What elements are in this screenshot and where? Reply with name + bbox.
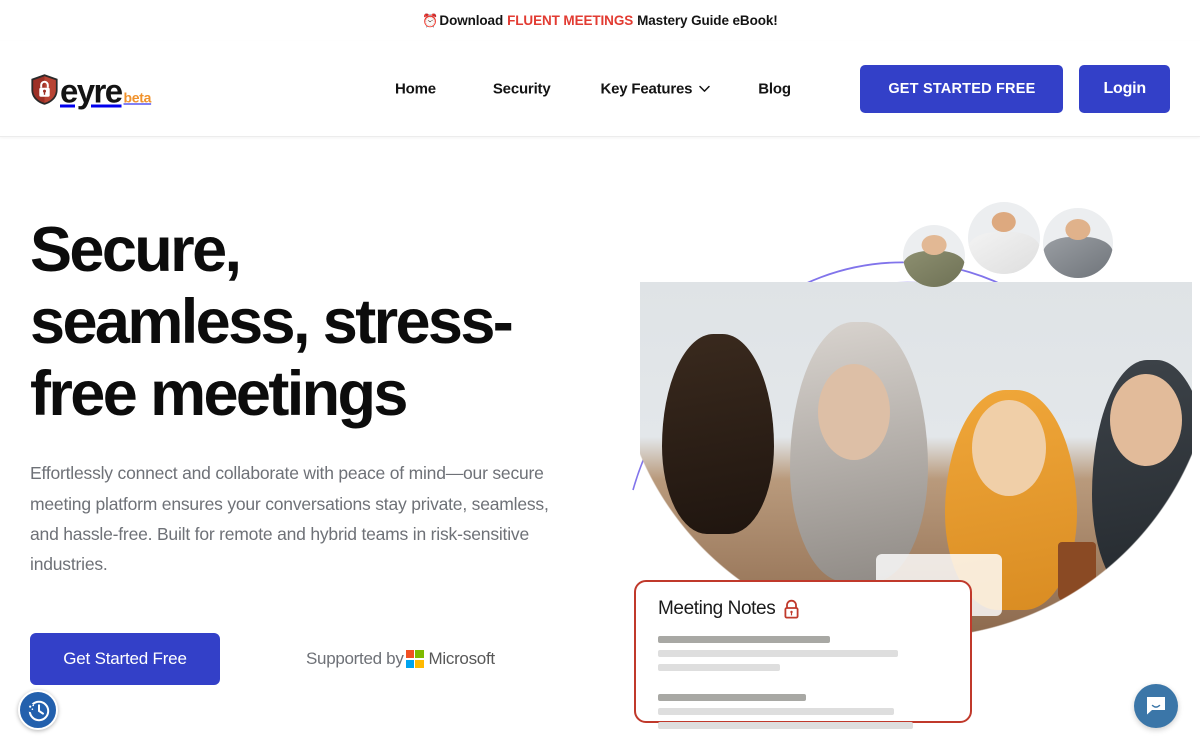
chat-widget-button[interactable]	[1134, 684, 1178, 728]
supported-by: Supported by Microsoft	[306, 649, 495, 669]
notes-line	[658, 708, 894, 715]
accessibility-clock-icon	[26, 700, 50, 722]
nav-label: Key Features	[600, 80, 693, 97]
avatar-woman[interactable]	[968, 202, 1040, 274]
chevron-down-icon	[699, 85, 711, 92]
microsoft-logo-icon	[405, 649, 424, 668]
alarm-clock-icon: ⏰	[422, 13, 439, 28]
nav-label: Security	[492, 80, 551, 97]
avatar-man-glasses[interactable]	[1043, 208, 1113, 278]
nav-item-key-features[interactable]: Key Features	[600, 80, 711, 97]
notes-line	[658, 722, 913, 729]
notes-line	[658, 636, 830, 643]
logo-beta-badge: beta	[123, 89, 152, 105]
header-actions: GET STARTED FREE Login	[860, 64, 1170, 113]
notes-line	[658, 664, 780, 671]
announcement-tail: Mastery Guide eBook!	[637, 13, 778, 28]
meeting-notes-placeholder-lines	[658, 636, 948, 729]
page-title: Secure, seamless, stress- free meetings	[30, 215, 590, 430]
heading-line-1: Secure,	[30, 215, 242, 285]
announcement-highlight: FLUENT MEETINGS	[507, 13, 634, 28]
nav-label: Home	[395, 80, 436, 97]
shield-lock-icon	[31, 73, 58, 105]
notes-line-spacer	[658, 678, 659, 687]
site-header: eyre beta Home Security Key Features Blo…	[0, 41, 1200, 137]
announcement-lead: Download	[439, 13, 504, 28]
notes-line	[658, 650, 898, 657]
lock-icon	[784, 599, 799, 619]
meeting-notes-card: Meeting Notes	[634, 580, 972, 729]
nav-item-home[interactable]: Home	[395, 80, 436, 97]
participant-avatars	[615, 150, 1200, 350]
hero-description: Effortlessly connect and collaborate wit…	[30, 463, 549, 574]
get-started-free-button[interactable]: GET STARTED FREE	[860, 64, 1064, 113]
heading-line-3: free meetings	[30, 358, 408, 429]
nav-label: Blog	[758, 80, 791, 97]
meeting-notes-header: Meeting Notes	[658, 598, 948, 620]
announcement-bar[interactable]: ⏰ Download FLUENT MEETINGS Mastery Guide…	[0, 0, 1200, 41]
avatar-soldier[interactable]	[903, 225, 965, 287]
microsoft-wordmark: Microsoft	[428, 648, 496, 668]
nav-item-security[interactable]: Security	[493, 80, 551, 97]
supported-by-label: Supported by	[306, 648, 404, 668]
login-button[interactable]: Login	[1079, 64, 1170, 113]
main-nav: Home Security Key Features Blog	[395, 80, 791, 97]
logo-wordmark: eyre	[60, 72, 123, 109]
hero-cta-row: Get Started Free Supported by Microsoft	[30, 632, 590, 685]
chat-bubble-icon	[1147, 697, 1165, 715]
notes-line	[658, 694, 806, 701]
heading-line-2: seamless, stress-	[30, 286, 514, 357]
landing-page: ⏰ Download FLUENT MEETINGS Mastery Guide…	[0, 0, 1200, 750]
accessibility-widget-button[interactable]	[18, 690, 58, 730]
hero-content: Secure, seamless, stress- free meetings …	[30, 215, 590, 685]
meeting-notes-title: Meeting Notes	[658, 598, 776, 619]
hero-get-started-button[interactable]: Get Started Free	[30, 632, 220, 685]
logo[interactable]: eyre beta	[30, 72, 152, 109]
nav-item-blog[interactable]: Blog	[758, 80, 791, 97]
